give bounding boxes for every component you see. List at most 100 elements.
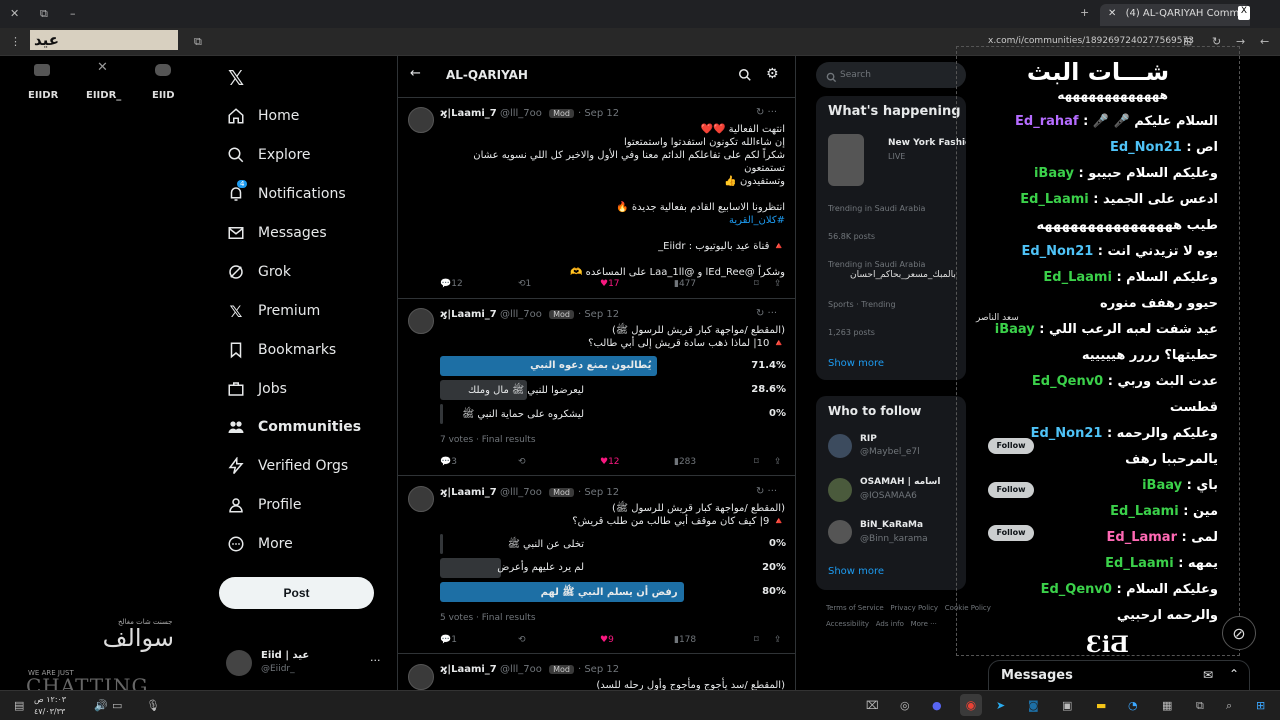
chrome-taskbar-icon[interactable]: ◉ bbox=[960, 694, 982, 716]
reply-button[interactable]: 💬 12 bbox=[440, 279, 463, 289]
post-avatar[interactable] bbox=[408, 486, 434, 512]
reply-button[interactable]: 💬 1 bbox=[440, 635, 457, 645]
minimize-icon[interactable]: – bbox=[70, 7, 76, 20]
views-count[interactable]: ▮ 178 bbox=[674, 635, 696, 645]
nav-grok[interactable]: Grok bbox=[226, 257, 291, 287]
trend-context[interactable]: Sports · Trending bbox=[828, 300, 896, 309]
post[interactable]: ϗ|Laami_7 @lll_7oo Mod · Sep 12 ↻ ··· (ال… bbox=[398, 478, 795, 654]
new-tab-icon[interactable]: + bbox=[1080, 6, 1089, 19]
post-avatar[interactable] bbox=[408, 107, 434, 133]
messages-dock[interactable]: Messages ✉ ⌃ bbox=[988, 660, 1250, 692]
follow-name[interactable]: RIP bbox=[860, 434, 877, 444]
nav-more[interactable]: More bbox=[226, 529, 293, 559]
explorer-icon[interactable]: ▬ bbox=[1096, 699, 1106, 712]
bookmark-button[interactable]: ⌑ bbox=[754, 635, 759, 645]
taskbar-search-icon[interactable]: ⌕ bbox=[1226, 699, 1232, 713]
footer-link[interactable]: More ··· bbox=[911, 620, 937, 628]
x-logo-icon[interactable]: 𝕏 bbox=[228, 66, 244, 90]
post[interactable]: ϗ|Laami_7 @lll_7oo Mod · Sep 12 (المقطع /… bbox=[398, 656, 795, 690]
new-message-icon[interactable]: ✉ bbox=[1203, 668, 1213, 682]
back-arrow-icon[interactable]: ← bbox=[410, 66, 421, 81]
tab-close-icon[interactable]: ✕ bbox=[1108, 8, 1116, 19]
nav-verified-orgs[interactable]: Verified Orgs bbox=[226, 451, 348, 481]
search-box[interactable]: Search bbox=[816, 62, 966, 88]
follow-avatar[interactable] bbox=[828, 520, 852, 544]
follow-name[interactable]: OSAMAH | اسامه bbox=[860, 477, 940, 487]
share-button[interactable]: ⇪ bbox=[774, 279, 782, 289]
task-view-icon[interactable]: ⧉ bbox=[1196, 699, 1204, 713]
share-button[interactable]: ⇪ bbox=[774, 457, 782, 467]
trend-context[interactable]: Trending in Saudi Arabia bbox=[828, 260, 925, 269]
outlook-icon[interactable]: ◙ bbox=[1028, 699, 1039, 712]
event-title[interactable]: New York Fashion Week bbox=[888, 138, 966, 148]
share-button[interactable]: ⇪ bbox=[774, 635, 782, 645]
repost-button[interactable]: ⟲ bbox=[518, 635, 526, 645]
post-more-icon[interactable]: ↻ ··· bbox=[756, 308, 777, 319]
clock-date[interactable]: ٤٧/٠٣/٣٣ bbox=[34, 707, 65, 716]
header-search-icon[interactable] bbox=[738, 67, 752, 86]
like-button[interactable]: ♥ 17 bbox=[600, 279, 620, 289]
nav-home[interactable]: Home bbox=[226, 101, 299, 131]
post-more-icon[interactable]: ↻ ··· bbox=[756, 107, 777, 118]
reply-button[interactable]: 💬 3 bbox=[440, 457, 457, 467]
views-count[interactable]: ▮ 283 bbox=[674, 457, 696, 467]
post-avatar[interactable] bbox=[408, 308, 434, 334]
start-icon[interactable]: ⊞ bbox=[1256, 699, 1265, 712]
bookmark-button[interactable]: ⌑ bbox=[754, 457, 759, 467]
repost-button[interactable]: ⟲ bbox=[518, 457, 526, 467]
nav-messages[interactable]: Messages bbox=[226, 218, 327, 248]
nav-profile[interactable]: Profile bbox=[226, 490, 302, 520]
nav-bookmarks[interactable]: Bookmarks bbox=[226, 335, 336, 365]
like-button[interactable]: ♥ 9 bbox=[600, 635, 614, 645]
clock-time[interactable]: ١٢:٠٣ ص bbox=[34, 695, 66, 704]
repost-button[interactable]: ⟲ 1 bbox=[518, 279, 531, 289]
post-more-icon[interactable]: ↻ ··· bbox=[756, 486, 777, 497]
window-menu-icon[interactable]: ✕ bbox=[10, 7, 19, 20]
taskbar-app-icon[interactable]: ⌧ bbox=[866, 699, 879, 712]
show-more-link[interactable]: Show more bbox=[828, 358, 884, 369]
restore-icon[interactable]: ⧉ bbox=[40, 7, 48, 21]
discord-taskbar-icon[interactable]: ● bbox=[932, 699, 942, 712]
footer-link[interactable]: Privacy Policy bbox=[890, 604, 938, 612]
edge-icon[interactable]: ◔ bbox=[1128, 699, 1138, 712]
mic-icon[interactable]: 🎙 bbox=[146, 699, 160, 712]
volume-icon[interactable]: 🔊 bbox=[94, 699, 108, 712]
post[interactable]: ϗ|Laami_7 @lll_7oo Mod · Sep 12 ↻ ··· (ال… bbox=[398, 300, 795, 476]
active-tab[interactable]: ✕ (4) AL-QARIYAH Community / bbox=[1100, 4, 1250, 26]
taskbar-app-icon[interactable]: ▣ bbox=[1062, 699, 1072, 712]
telegram-icon[interactable]: ➤ bbox=[996, 699, 1005, 712]
nav-premium[interactable]: 𝕏 Premium bbox=[226, 296, 321, 326]
bookmark-button[interactable]: ⌑ bbox=[754, 279, 759, 289]
nav-jobs[interactable]: Jobs bbox=[226, 374, 287, 404]
taskbar-app-icon[interactable]: ◎ bbox=[900, 699, 910, 712]
store-icon[interactable]: ▦ bbox=[1162, 699, 1172, 712]
nav-communities[interactable]: Communities bbox=[226, 412, 361, 442]
back-icon[interactable]: ← bbox=[1260, 35, 1269, 48]
tab-strip-icon[interactable]: ⋮ bbox=[10, 35, 21, 48]
grok-float-icon[interactable]: ⊘ bbox=[1222, 616, 1256, 650]
post-button[interactable]: Post bbox=[219, 577, 374, 609]
like-button[interactable]: ♥ 12 bbox=[600, 457, 620, 467]
nav-notifications[interactable]: 4 Notifications bbox=[226, 179, 346, 209]
views-count[interactable]: ▮ 477 bbox=[674, 279, 696, 289]
url-text[interactable]: x.com/i/communities/1892697240277569573 bbox=[988, 36, 1194, 46]
event-thumbnail[interactable] bbox=[828, 134, 864, 186]
settings-gear-icon[interactable]: ⚙ bbox=[766, 66, 779, 82]
footer-link[interactable]: Terms of Service bbox=[826, 604, 884, 612]
network-icon[interactable]: ▭ bbox=[112, 699, 122, 712]
expand-icon[interactable]: ⌃ bbox=[1229, 667, 1239, 681]
footer-link[interactable]: Accessibility bbox=[826, 620, 869, 628]
follow-name[interactable]: BiN_KaRaMa bbox=[860, 520, 923, 530]
nav-explore[interactable]: Explore bbox=[226, 140, 311, 170]
account-more-icon[interactable]: ··· bbox=[370, 654, 381, 667]
account-avatar[interactable] bbox=[226, 650, 252, 676]
tab-icon[interactable]: ⧉ bbox=[194, 35, 202, 49]
follow-avatar[interactable] bbox=[828, 478, 852, 502]
footer-link[interactable]: Ads info bbox=[876, 620, 904, 628]
hashtag-link[interactable]: #كلان_القرية bbox=[445, 214, 785, 227]
post-avatar[interactable] bbox=[408, 664, 434, 690]
post[interactable]: ϗ|Laami_7 @lll_7oo Mod · Sep 12 ↻ ··· انت… bbox=[398, 99, 795, 299]
notification-center-icon[interactable]: ▤ bbox=[14, 699, 24, 712]
show-more-link[interactable]: Show more bbox=[828, 566, 884, 577]
trend-context[interactable]: Trending in Saudi Arabia bbox=[828, 204, 925, 213]
